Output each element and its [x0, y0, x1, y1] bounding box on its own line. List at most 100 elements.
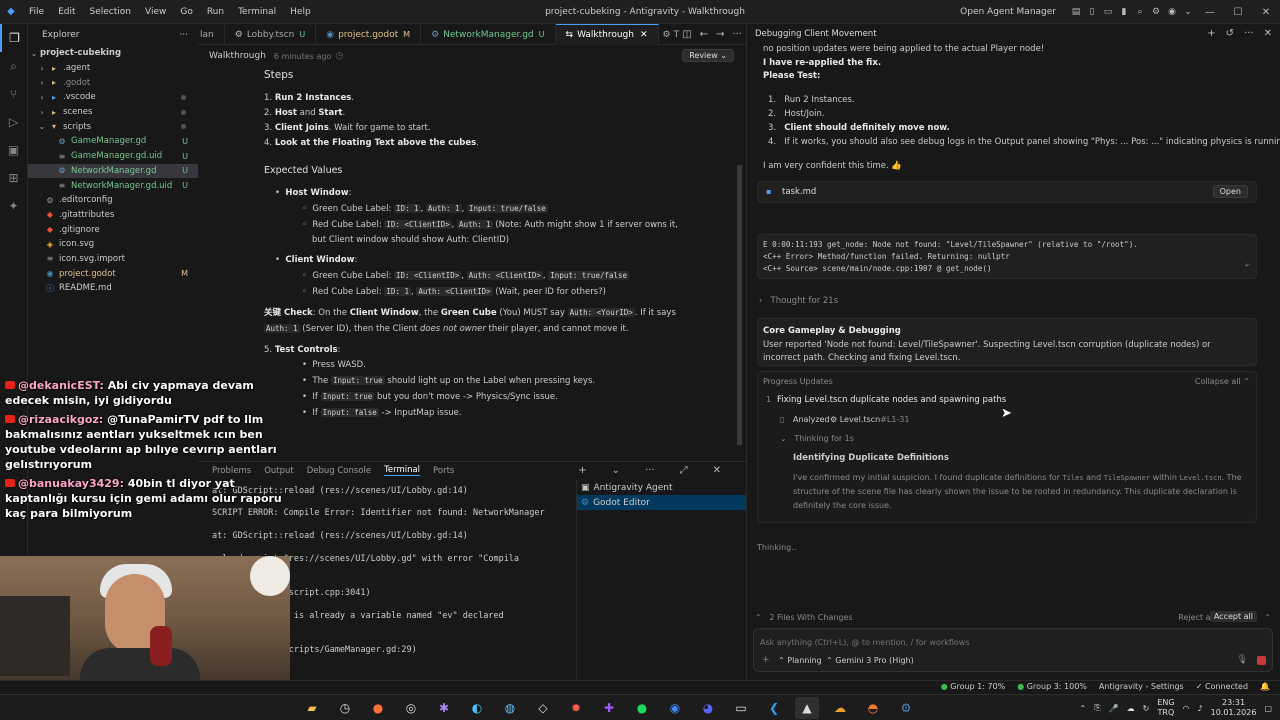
tree-root-folder[interactable]: ⌄ project-cubeking: [28, 46, 198, 61]
tree-item-networkmanager-uid[interactable]: ≡ NetworkManager.gd.uid U: [28, 178, 198, 193]
cloud-tray-icon[interactable]: ☁: [1127, 704, 1135, 713]
search-icon[interactable]: ⌕: [1132, 7, 1148, 17]
tree-item-icon-svg-import[interactable]: ≡ icon.svg.import: [28, 252, 198, 267]
menu-file[interactable]: File: [22, 0, 51, 24]
tree-item-readme[interactable]: ⓘ README.md: [28, 281, 198, 296]
tree-item-editorconfig[interactable]: ⚙ .editorconfig: [28, 193, 198, 208]
browser-icon[interactable]: ◐: [465, 697, 489, 719]
accept-all-button[interactable]: Accept all: [1209, 611, 1257, 622]
analyzed-file-link[interactable]: ⚙ Level.tscn#L1-31: [830, 415, 909, 424]
toggle-panel-icon[interactable]: ▭: [1100, 7, 1116, 17]
tab-networkmanager-gd[interactable]: ⚙ NetworkManager.gd U: [421, 24, 556, 45]
blender-icon[interactable]: ◓: [861, 697, 885, 719]
mic-tray-icon[interactable]: 🎤: [1109, 704, 1119, 713]
figma-icon[interactable]: ✚: [597, 697, 621, 719]
discord-icon[interactable]: ◕: [696, 697, 720, 719]
tree-item-icon-svg[interactable]: ◈ icon.svg: [28, 237, 198, 252]
menu-edit[interactable]: Edit: [51, 0, 82, 24]
task-file-card[interactable]: ▪ task.md Open: [757, 181, 1257, 203]
clock[interactable]: 23:31 10.01.2026: [1211, 698, 1257, 718]
tab-walkthrough[interactable]: ⇆ Walkthrough ✕: [555, 24, 659, 45]
chevron-up-icon[interactable]: ⌃: [1080, 704, 1087, 713]
new-terminal-icon[interactable]: +: [578, 465, 586, 476]
tab-debug-console[interactable]: Debug Console: [307, 466, 371, 476]
history-icon[interactable]: ↺: [1226, 28, 1234, 39]
language-indicator[interactable]: ENG TRQ: [1157, 698, 1174, 718]
extensions-icon[interactable]: ⊞: [0, 164, 27, 192]
model-selector[interactable]: ⌃ Gemini 3 Pro (High): [826, 656, 914, 665]
run-debug-icon[interactable]: ▷: [0, 108, 27, 136]
tree-item-godot[interactable]: › ▸ .godot: [28, 75, 198, 90]
mode-selector[interactable]: ⌃ Planning: [778, 656, 822, 665]
maximize-button[interactable]: ☐: [1224, 7, 1252, 18]
close-window-button[interactable]: ✕: [1252, 7, 1280, 18]
group3-status[interactable]: ● Group 3: 100%: [1017, 682, 1087, 691]
terminal-app-icon[interactable]: ▭: [729, 697, 753, 719]
tree-item-scripts[interactable]: ⌄ ▾ scripts: [28, 119, 198, 134]
menu-terminal[interactable]: Terminal: [231, 0, 283, 24]
tree-item-project-godot[interactable]: ◉ project.godot M: [28, 266, 198, 281]
tab-project-godot[interactable]: ◉ project.godot M: [316, 24, 422, 45]
wifi-icon[interactable]: ◠: [1183, 704, 1190, 713]
menu-view[interactable]: View: [138, 0, 173, 24]
minimize-button[interactable]: —: [1196, 7, 1224, 18]
unity-icon[interactable]: ◇: [531, 697, 555, 719]
clock-app-icon[interactable]: ◷: [333, 697, 357, 719]
thinking-toggle[interactable]: ⌄ Thinking for 1s: [780, 434, 854, 443]
split-editor-icon[interactable]: ◫: [682, 29, 691, 40]
agent-icon[interactable]: ✦: [0, 192, 27, 220]
microphone-icon[interactable]: 🎙: [1237, 655, 1248, 665]
antigravity-red-icon[interactable]: ✹: [564, 697, 588, 719]
layout-icon[interactable]: ▤: [1068, 7, 1084, 17]
tab-lobby-tscn[interactable]: ⚙ Lobby.tscn U: [225, 24, 317, 45]
stop-icon[interactable]: [1257, 656, 1266, 665]
toggle-secondary-sidebar-icon[interactable]: ▮: [1116, 7, 1132, 17]
arrow-right-icon[interactable]: →: [716, 29, 724, 40]
antigravity-icon[interactable]: ▲: [795, 697, 819, 719]
slack-icon[interactable]: ✱: [432, 697, 456, 719]
tab-plan[interactable]: lan: [198, 24, 225, 45]
chevron-down-icon[interactable]: ⌄: [612, 465, 620, 476]
chrome-icon[interactable]: ◉: [663, 697, 687, 719]
chevron-up-icon[interactable]: ⌃: [755, 613, 762, 622]
tree-item-gitattributes[interactable]: ◆ .gitattributes: [28, 208, 198, 223]
terminal-item-agent[interactable]: ▣ Antigravity Agent: [577, 480, 746, 495]
chevron-up-icon[interactable]: ⌃: [1264, 613, 1271, 622]
collapse-all-button[interactable]: Collapse all ⌃: [1195, 377, 1250, 386]
menu-selection[interactable]: Selection: [83, 0, 138, 24]
open-agent-manager-button[interactable]: Open Agent Manager: [960, 7, 1056, 17]
more-actions-icon[interactable]: ···: [1244, 28, 1254, 39]
new-chat-icon[interactable]: +: [1207, 28, 1215, 39]
tab-terminal[interactable]: Terminal: [384, 465, 421, 476]
sync-icon[interactable]: ↻: [1143, 704, 1150, 713]
explorer-icon[interactable]: ❐: [0, 24, 27, 52]
tree-item-gamemanager-gd[interactable]: ⚙ GameManager.gd U: [28, 134, 198, 149]
arrow-left-icon[interactable]: ←: [700, 29, 708, 40]
tab-ports[interactable]: Ports: [433, 466, 454, 476]
steam-icon[interactable]: ◍: [498, 697, 522, 719]
more-actions-icon[interactable]: ···: [179, 30, 188, 40]
menu-go[interactable]: Go: [173, 0, 199, 24]
review-button[interactable]: Review ⌄: [682, 49, 734, 62]
close-panel-icon[interactable]: ✕: [713, 465, 721, 476]
tab-overflow[interactable]: ⚙ T: [659, 24, 684, 45]
firefox-icon[interactable]: ●: [366, 697, 390, 719]
file-explorer-icon[interactable]: ▰: [300, 697, 324, 719]
account-icon[interactable]: ◉: [1164, 7, 1180, 17]
vscode-icon[interactable]: ❮: [762, 697, 786, 719]
tree-item-agent[interactable]: › ▸ .agent: [28, 61, 198, 76]
chevron-down-icon[interactable]: ⌄: [1180, 7, 1196, 17]
open-button[interactable]: Open: [1212, 185, 1248, 198]
editor-scrollbar[interactable]: [737, 165, 742, 445]
more-actions-icon[interactable]: ···: [645, 465, 655, 476]
source-control-icon[interactable]: ⑂: [0, 80, 27, 108]
files-changes-label[interactable]: 2 Files With Changes: [769, 613, 852, 622]
maximize-panel-icon[interactable]: ⤢: [680, 465, 688, 476]
toggle-sidebar-icon[interactable]: ▯: [1084, 7, 1100, 17]
menu-run[interactable]: Run: [200, 0, 231, 24]
search-view-icon[interactable]: ⌕: [0, 52, 27, 80]
obs-icon[interactable]: ◎: [399, 697, 423, 719]
gear-icon[interactable]: ⚙: [1148, 7, 1164, 17]
spotify-icon[interactable]: ●: [630, 697, 654, 719]
chat-input[interactable]: [760, 635, 1260, 649]
